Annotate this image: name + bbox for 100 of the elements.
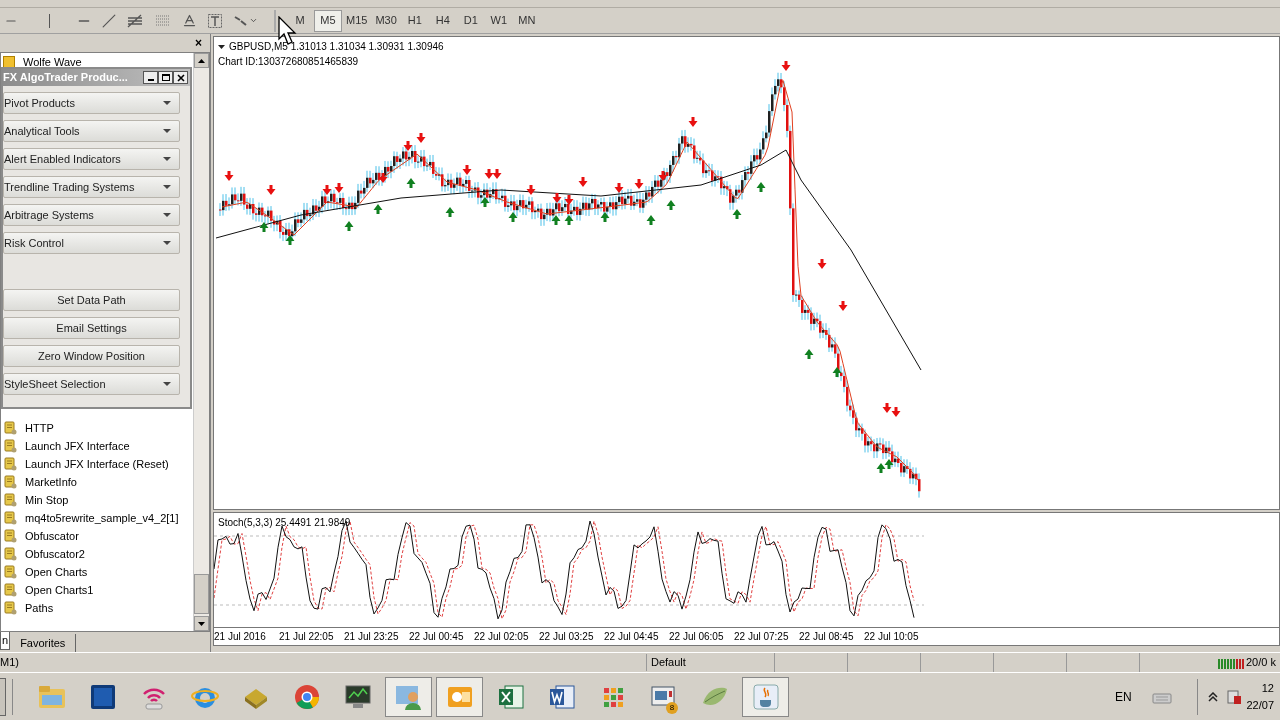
dropdown-button[interactable]: Alert Enabled Indicators: [3, 148, 180, 170]
time-axis-label: 21 Jul 23:25: [344, 630, 400, 644]
dropdown-button[interactable]: Pivot Products: [3, 92, 180, 114]
image-editor-icon: [89, 683, 116, 710]
timeframe-button[interactable]: M5: [314, 9, 342, 32]
caret-icon: [163, 129, 171, 133]
language-indicator[interactable]: EN: [1115, 687, 1145, 706]
buy-arrow-icon: [832, 367, 842, 377]
timeframe-button[interactable]: M15: [342, 9, 372, 32]
timeframe-button[interactable]: H1: [400, 9, 429, 32]
text-label-tool-icon[interactable]: [207, 12, 223, 29]
dropdown-button[interactable]: Trendline Trading Systems: [3, 176, 180, 198]
navigator-item[interactable]: Launch JFX Interface (Reset): [25, 455, 169, 473]
buy-arrow-icon: [344, 221, 354, 231]
script-icon: [3, 439, 17, 453]
timeframe-button[interactable]: H4: [428, 9, 457, 32]
buy-arrow-icon: [804, 349, 814, 359]
action-button[interactable]: Email Settings: [3, 317, 180, 339]
timeframe-button[interactable]: W1: [484, 9, 513, 32]
caret-icon: [163, 101, 171, 105]
start-button[interactable]: [0, 677, 6, 716]
fibonacci-tool-icon[interactable]: [126, 12, 144, 29]
buy-arrow-icon: [756, 182, 766, 192]
dropdown-button[interactable]: Risk Control: [3, 232, 180, 254]
timeframe-button[interactable]: M: [286, 9, 314, 32]
java-icon: [751, 682, 780, 711]
text-tool-icon[interactable]: [182, 13, 197, 28]
tray-expand-icon[interactable]: [1208, 691, 1218, 702]
navigator-tab[interactable]: Favorites: [10, 634, 77, 652]
taskbar-button[interactable]: [436, 676, 483, 717]
dropdown-caret-icon[interactable]: [249, 16, 258, 25]
navigator-item[interactable]: Launch JFX Interface: [25, 437, 130, 455]
time-axis-label: 22 Jul 03:25: [539, 630, 595, 644]
minimize-button[interactable]: [143, 71, 158, 84]
indicator-label: Stoch(5,3,3) 25.4491 21.9849: [218, 516, 351, 530]
connection-bars-icon: [1218, 656, 1244, 669]
taskbar-button[interactable]: 8: [640, 676, 687, 717]
navigator-item[interactable]: Wolfe Wave: [23, 53, 82, 71]
buy-arrow-icon: [445, 207, 455, 217]
timeframe-button[interactable]: D1: [456, 9, 485, 32]
navigator-item[interactable]: Obfuscator2: [25, 545, 85, 563]
caret-icon: [163, 157, 171, 161]
navigator-item[interactable]: Paths: [25, 599, 54, 617]
time-axis-label: 22 Jul 07:25: [734, 630, 790, 644]
dropdown-button[interactable]: StyleSheet Selection: [3, 373, 180, 395]
buy-arrow-icon: [480, 197, 490, 207]
taskbar-button[interactable]: [742, 676, 789, 717]
navigator-tab[interactable]: n: [0, 632, 11, 650]
navigator-item[interactable]: Open Charts1: [25, 581, 94, 599]
close-button[interactable]: [173, 71, 188, 84]
script-icon: [3, 475, 17, 489]
sell-arrow-icon: [266, 185, 276, 195]
action-button[interactable]: Zero Window Position: [3, 345, 180, 367]
caret-icon: [163, 382, 171, 386]
arrows-tool-icon[interactable]: [233, 13, 249, 28]
caret-icon: [163, 241, 171, 245]
panel-title: FX AlgoTrader Produc...: [3, 70, 128, 86]
chart-id: Chart ID:130372680851465839: [218, 55, 360, 69]
script-icon: [3, 583, 17, 597]
navigator-item[interactable]: Min Stop: [25, 491, 69, 509]
sell-arrow-icon: [817, 259, 827, 269]
status-text: M1): [0, 655, 20, 671]
chart-monitor-icon: [342, 682, 373, 711]
dropdown-button[interactable]: Arbitrage Systems: [3, 204, 180, 226]
buy-arrow-icon: [373, 204, 383, 214]
caret-icon: [163, 213, 171, 217]
navigator-item[interactable]: MarketInfo: [25, 473, 77, 491]
sell-arrow-icon: [378, 173, 388, 183]
navigator-close-button[interactable]: ×: [195, 34, 202, 52]
script-icon: [3, 493, 17, 507]
trendline-tool-icon[interactable]: [102, 13, 116, 28]
time-axis-label: 22 Jul 08:45: [799, 630, 855, 644]
collapse-caret-icon[interactable]: [218, 44, 225, 49]
sell-arrow-icon: [781, 61, 791, 71]
indicator-icon: [3, 56, 15, 68]
script-icon: [3, 457, 17, 471]
timeframe-button[interactable]: MN: [512, 9, 541, 32]
script-icon: [3, 565, 17, 579]
script-icon: [3, 601, 17, 615]
time-axis-label: 21 Jul 2016: [214, 630, 267, 644]
maximize-button[interactable]: [158, 71, 173, 84]
timeframe-button[interactable]: M30: [371, 9, 401, 32]
dropdown-button[interactable]: Analytical Tools: [3, 120, 180, 142]
navigator-item[interactable]: HTTP: [25, 419, 54, 437]
document-icon: [547, 682, 576, 711]
tray-app-icon[interactable]: [1226, 688, 1242, 705]
time-axis-label: 22 Jul 10:05: [864, 630, 920, 644]
navigator-item[interactable]: mq4to5rewrite_sample_v4_2[1]: [25, 509, 179, 527]
scroll-up-icon[interactable]: [198, 58, 205, 63]
sell-arrow-icon: [526, 185, 536, 195]
time-axis-label: 21 Jul 22:05: [279, 630, 335, 644]
clock-date: 22/07: [1246, 697, 1274, 713]
action-button[interactable]: Set Data Path: [3, 289, 180, 311]
sell-arrow-icon: [688, 117, 698, 127]
navigator-item[interactable]: Open Charts: [25, 563, 88, 581]
scroll-thumb[interactable]: [194, 574, 209, 614]
scrollbar[interactable]: [193, 53, 209, 631]
scroll-down-icon[interactable]: [198, 621, 205, 626]
navigator-item[interactable]: Obfuscator: [25, 527, 79, 545]
caret-icon: [163, 185, 171, 189]
